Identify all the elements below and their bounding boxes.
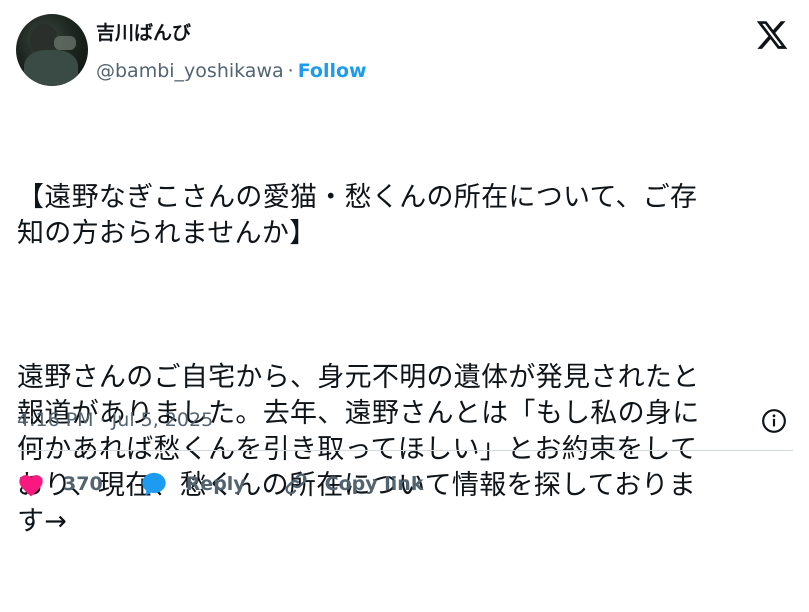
info-icon[interactable] [761,408,787,434]
author-display-name[interactable]: 吉川ばんび [96,20,191,46]
x-logo-icon[interactable] [754,18,790,52]
copy-link-button[interactable]: Copy link [282,470,424,498]
heart-icon [19,475,43,497]
avatar[interactable] [16,14,88,86]
like-button[interactable]: 370 [17,471,103,497]
action-bar: 370 Reply Copy link [17,466,423,502]
copy-link-label: Copy link [324,473,424,495]
tweet-timestamp[interactable]: 4:16 PM · Jul 5, 2025 [17,407,213,433]
follow-button[interactable]: Follow [298,60,367,82]
link-icon [285,473,307,495]
tweet-text: 【遠野なぎこさんの愛猫・愁くんの所在について、ご存 知の方おられませんか】 遠野… [17,108,787,612]
divider [17,450,793,451]
tweet-paragraph: 【遠野なぎこさんの愛猫・愁くんの所在について、ご存 知の方おられませんか】 [17,182,698,249]
avatar-highlight [54,36,76,50]
reply-label: Reply [185,473,246,495]
handle-separator: · [287,60,294,82]
like-count: 370 [63,473,103,495]
reply-button[interactable]: Reply [139,470,246,498]
author-handle[interactable]: @bambi_yoshikawa [96,60,284,82]
speech-bubble-icon [142,472,166,496]
author-handle-row: @bambi_yoshikawa · Follow [96,58,367,84]
avatar-figure-body [24,50,78,86]
